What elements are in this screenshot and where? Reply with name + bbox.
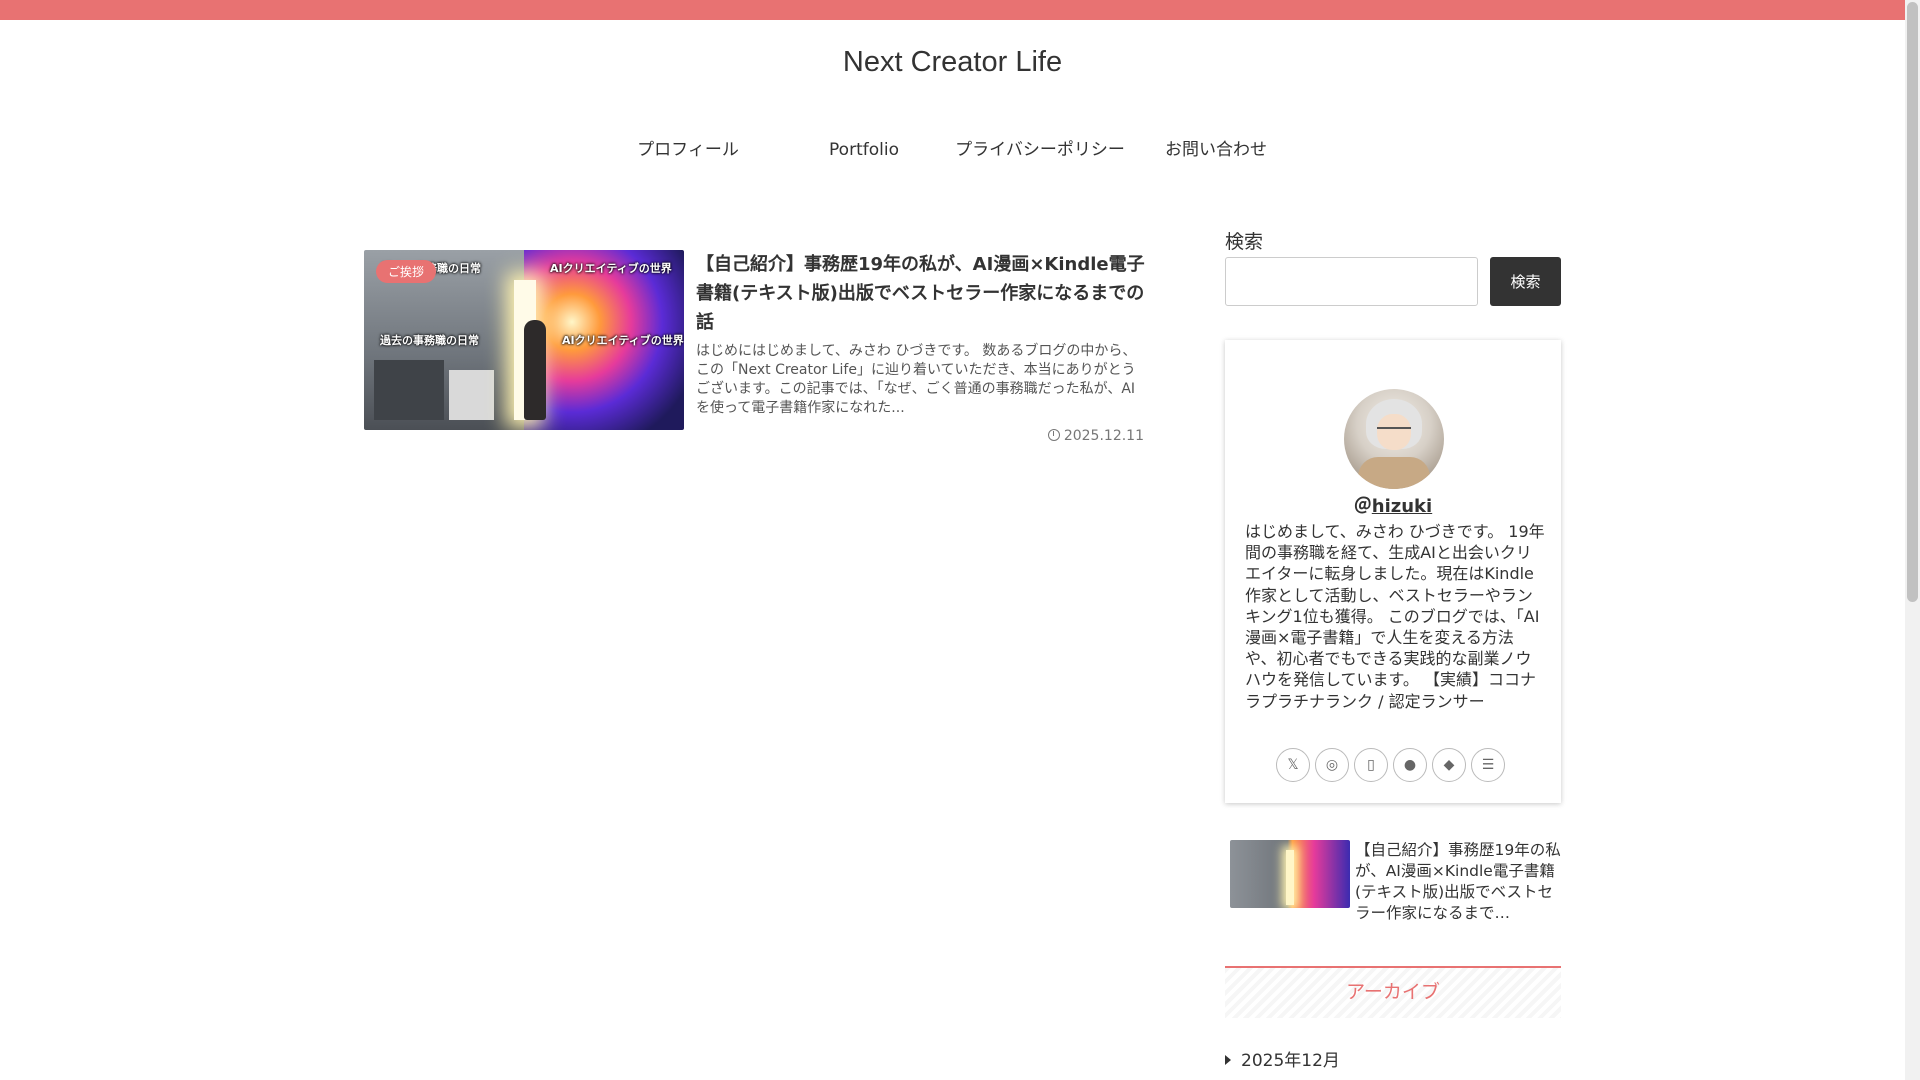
- article-date: 2025.12.11: [1047, 428, 1144, 444]
- scrollbar-thumb[interactable]: [1907, 2, 1918, 602]
- profile-username-link[interactable]: hizuki: [1372, 496, 1432, 517]
- rss-icon[interactable]: ☰: [1471, 748, 1505, 782]
- article-card[interactable]: 過去の事務職の日常 過去の事務職の日常 AIクリエイティブの世界 AIクリエイテ…: [364, 250, 1148, 450]
- article-excerpt: はじめにはじめまして、みさわ ひづきです。 数あるブログの中から、この「Next…: [696, 343, 1137, 416]
- social-links: 𝕏 ◎ ▯ ● ◆ ☰: [1276, 748, 1516, 784]
- thumbnail-text: AIクリエイティブの世界: [562, 334, 684, 347]
- search-label: 検索: [1225, 231, 1264, 253]
- profile-bio: はじめまして、みさわ ひづきです。 19年間の事務職を経て、生成AIと出会いクリ…: [1245, 522, 1545, 711]
- thumbnail-text: 過去の事務職の日常: [380, 334, 479, 347]
- nav-item-privacy-policy[interactable]: プライバシーポリシー: [952, 136, 1128, 164]
- thumbnail-person: [524, 320, 546, 420]
- nav-item-profile[interactable]: プロフィール: [600, 136, 776, 164]
- article-title[interactable]: 【自己紹介】事務歴19年の私が、AI漫画×Kindle電子書籍(テキスト版)出版…: [696, 250, 1148, 337]
- nav-item-contact[interactable]: お問い合わせ: [1128, 136, 1304, 164]
- search-button[interactable]: 検索: [1490, 257, 1561, 306]
- archive-heading: アーカイブ: [1225, 966, 1561, 1018]
- category-badge: ご挨拶: [376, 260, 437, 283]
- thumbnail-text: AIクリエイティブの世界: [550, 262, 672, 275]
- global-nav: プロフィール Portfolio プライバシーポリシー お問い合わせ: [0, 136, 1905, 164]
- at-sign: ＠: [1353, 496, 1372, 517]
- nav-item-portfolio[interactable]: Portfolio: [776, 136, 952, 164]
- site-title[interactable]: Next Creator Life: [0, 46, 1905, 79]
- top-accent-bar: [0, 0, 1905, 20]
- feedly-icon[interactable]: ◆: [1432, 748, 1466, 782]
- popular-post-item[interactable]: 【自己紹介】事務歴19年の私が、AI漫画×Kindle電子書籍(テキスト版)出版…: [1230, 840, 1561, 922]
- instagram-icon[interactable]: ◎: [1315, 748, 1349, 782]
- popular-post-thumbnail[interactable]: [1230, 840, 1350, 908]
- profile-handle: ＠hizuki: [1225, 492, 1561, 518]
- archive-item[interactable]: 2025年12月: [1225, 1046, 1340, 1071]
- article-thumbnail[interactable]: 過去の事務職の日常 過去の事務職の日常 AIクリエイティブの世界 AIクリエイテ…: [364, 250, 684, 430]
- x-icon[interactable]: 𝕏: [1276, 748, 1310, 782]
- line-icon[interactable]: ●: [1393, 748, 1427, 782]
- avatar: [1344, 389, 1444, 489]
- book-icon[interactable]: ▯: [1354, 748, 1388, 782]
- archive-item-label[interactable]: 2025年12月: [1241, 1051, 1340, 1071]
- search-input[interactable]: [1225, 257, 1478, 306]
- article-date-text: 2025.12.11: [1063, 428, 1144, 444]
- clock-icon: [1047, 429, 1060, 441]
- popular-post-title[interactable]: 【自己紹介】事務歴19年の私が、AI漫画×Kindle電子書籍(テキスト版)出版…: [1355, 840, 1562, 924]
- caret-right-icon: [1225, 1055, 1231, 1065]
- profile-box: ＠hizuki はじめまして、みさわ ひづきです。 19年間の事務職を経て、生成…: [1225, 340, 1561, 803]
